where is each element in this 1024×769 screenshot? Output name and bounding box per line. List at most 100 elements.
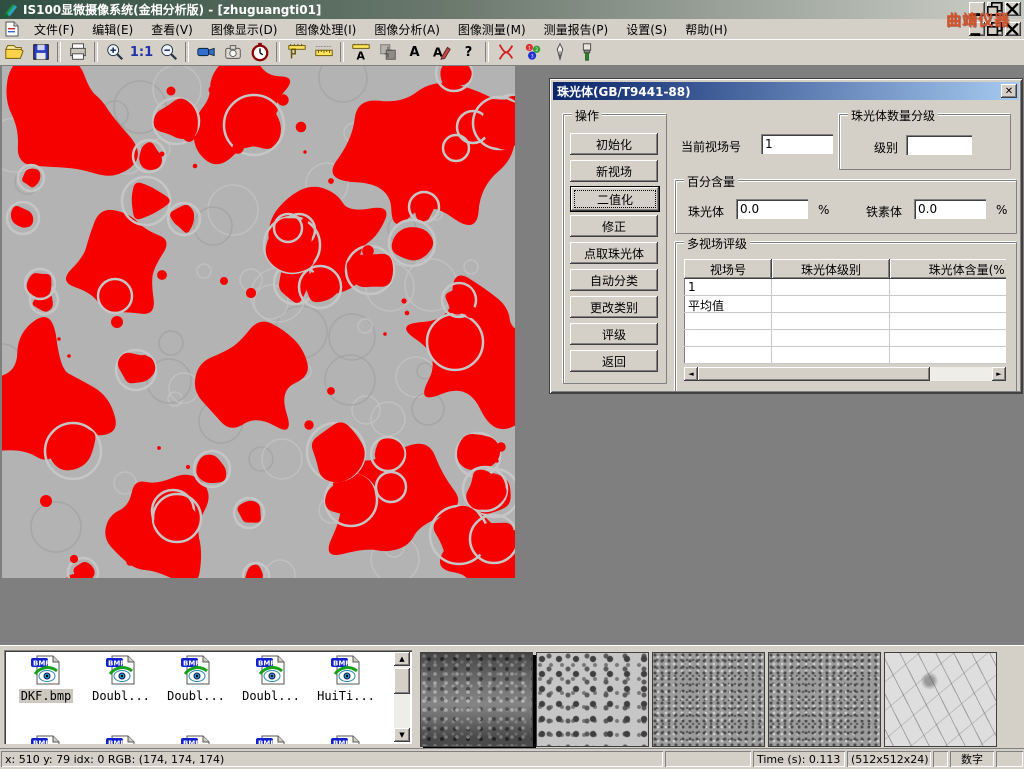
timer-clock-icon[interactable] — [247, 41, 272, 64]
dialog-title-bar[interactable]: 珠光体(GB/T9441-88) ✕ — [553, 82, 1019, 100]
file-item-partial[interactable]: BMP — [235, 734, 307, 744]
table-cell — [890, 313, 1006, 330]
pick-pearlite-button[interactable]: 点取珠光体 — [570, 242, 658, 264]
merge-grid-icon[interactable] — [375, 41, 400, 64]
menu-item-measure-report[interactable]: 测量报告(P) — [535, 19, 618, 40]
scroll-left-icon[interactable]: ◄ — [684, 367, 698, 381]
menu-item-view[interactable]: 查看(V) — [142, 19, 202, 40]
micrograph-image[interactable] — [2, 66, 515, 578]
file-item[interactable]: BMPDKF.bmp — [10, 654, 82, 703]
scroll-down-icon[interactable]: ▼ — [394, 728, 410, 742]
menu-item-edit[interactable]: 编辑(E) — [83, 19, 142, 40]
text-icon[interactable]: A — [402, 41, 427, 64]
help-icon[interactable]: ? — [456, 41, 481, 64]
file-list[interactable]: BMPDKF.bmpBMPDoubl...BMPDoubl...BMPDoubl… — [4, 650, 412, 744]
file-item[interactable]: BMPDoubl... — [160, 654, 232, 703]
scroll-up-icon[interactable]: ▲ — [394, 652, 410, 666]
ruler-icon[interactable] — [311, 41, 336, 64]
scroll-right-icon[interactable]: ► — [992, 367, 1006, 381]
curve-tool-icon[interactable] — [493, 41, 518, 64]
table-row[interactable]: 平均值0.0 — [684, 296, 1006, 313]
file-item[interactable]: BMPDoubl... — [235, 654, 307, 703]
table-row[interactable]: 10.0 — [684, 279, 1006, 296]
column-header[interactable]: 珠光体含量(%) — [890, 259, 1006, 279]
zoom-out-icon[interactable] — [156, 41, 181, 64]
print-icon[interactable] — [65, 41, 90, 64]
column-header[interactable]: 珠光体级别 — [772, 259, 890, 279]
pearlite-label: 珠光体 — [688, 203, 724, 220]
change-class-button[interactable]: 更改类别 — [570, 296, 658, 318]
init-button[interactable]: 初始化 — [570, 133, 658, 155]
menu-item-image-process[interactable]: 图像处理(I) — [286, 19, 365, 40]
measure-label-icon[interactable]: A — [348, 41, 373, 64]
new-field-button[interactable]: 新视场 — [570, 160, 658, 182]
scrollbar-thumb[interactable] — [698, 367, 930, 381]
brush-tool-icon[interactable] — [574, 41, 599, 64]
menu-item-settings[interactable]: 设置(S) — [617, 19, 676, 40]
file-name: Doubl... — [240, 689, 302, 703]
return-button[interactable]: 返回 — [570, 350, 658, 372]
grade-button[interactable]: 评级 — [570, 323, 658, 345]
ferrite-percent-input[interactable] — [914, 199, 986, 219]
rating-table[interactable]: 视场号珠光体级别珠光体含量(%)铁素体含量(%) 10.0平均值0.0 — [684, 259, 1006, 364]
toolbar: 1:1AAA?123 — [0, 39, 1024, 66]
file-name: Doubl... — [90, 689, 152, 703]
pen-tool-icon[interactable] — [547, 41, 572, 64]
correct-button[interactable]: 修正 — [570, 215, 658, 237]
file-scrollbar-thumb[interactable] — [394, 668, 410, 694]
menu-item-image-analysis[interactable]: 图像分析(A) — [365, 19, 449, 40]
thumbnail-2[interactable] — [536, 652, 649, 747]
svg-text:BMP: BMP — [333, 740, 350, 745]
pearlite-percent-input[interactable] — [736, 199, 808, 219]
table-cell — [772, 279, 890, 296]
binarize-button[interactable]: 二值化 — [570, 186, 660, 212]
file-list-scrollbar[interactable]: ▲ ▼ — [394, 652, 410, 742]
zoom-in-icon[interactable] — [102, 41, 127, 64]
thumbnail-4[interactable] — [768, 652, 881, 747]
annotate-text-icon[interactable]: A — [429, 41, 454, 64]
table-cell: 0.0 — [890, 296, 1006, 313]
toolbar-separator — [185, 42, 189, 62]
file-name: HuiTi... — [315, 689, 377, 703]
actual-size-icon[interactable]: 1:1 — [129, 41, 154, 64]
table-row[interactable] — [684, 313, 1006, 330]
current-field-input[interactable] — [761, 134, 833, 154]
menu-item-help[interactable]: 帮助(H) — [676, 19, 736, 40]
capture-camera-icon[interactable] — [220, 41, 245, 64]
menu-item-file[interactable]: 文件(F) — [25, 19, 83, 40]
thumbnail-3[interactable] — [652, 652, 765, 747]
file-item-partial[interactable]: BMP — [310, 734, 382, 744]
file-item-partial[interactable]: BMP — [160, 734, 232, 744]
table-horizontal-scrollbar[interactable]: ◄ ► — [684, 367, 1006, 381]
thumbnail-5[interactable] — [884, 652, 997, 747]
table-row[interactable] — [684, 330, 1006, 347]
thumbnail-1[interactable] — [420, 652, 533, 747]
file-item-partial[interactable]: BMP — [85, 734, 157, 744]
document-icon[interactable] — [4, 21, 20, 37]
menu-item-image-display[interactable]: 图像显示(D) — [202, 19, 287, 40]
status-panel-end — [996, 751, 1023, 767]
video-camera-icon[interactable] — [193, 41, 218, 64]
classify-balls-icon[interactable]: 123 — [520, 41, 545, 64]
svg-text:A: A — [356, 49, 365, 62]
multi-field-legend: 多视场评级 — [684, 235, 750, 252]
caliper-icon[interactable] — [284, 41, 309, 64]
dialog-close-icon[interactable]: ✕ — [1001, 84, 1017, 98]
save-icon[interactable] — [28, 41, 53, 64]
status-panel-empty — [665, 751, 751, 767]
table-cell — [890, 347, 1006, 364]
grade-input[interactable] — [906, 135, 972, 155]
file-item[interactable]: BMPDoubl... — [85, 654, 157, 703]
open-folder-icon[interactable] — [1, 41, 26, 64]
svg-text:2: 2 — [535, 47, 538, 53]
multi-field-group: 多视场评级 视场号珠光体级别珠光体含量(%)铁素体含量(%) 10.0平均值0.… — [675, 242, 1017, 392]
pearlite-unit: % — [818, 203, 829, 217]
table-row[interactable] — [684, 347, 1006, 364]
menu-item-image-measure[interactable]: 图像测量(M) — [449, 19, 535, 40]
auto-classify-button[interactable]: 自动分类 — [570, 269, 658, 291]
file-item[interactable]: BMPHuiTi... — [310, 654, 382, 703]
status-panel-small — [933, 751, 948, 767]
file-item-partial[interactable]: BMP — [10, 734, 82, 744]
column-header[interactable]: 视场号 — [684, 259, 772, 279]
dialog-body: 操作 初始化新视场二值化修正点取珠光体自动分类更改类别评级返回 当前视场号 珠光… — [553, 100, 1019, 390]
